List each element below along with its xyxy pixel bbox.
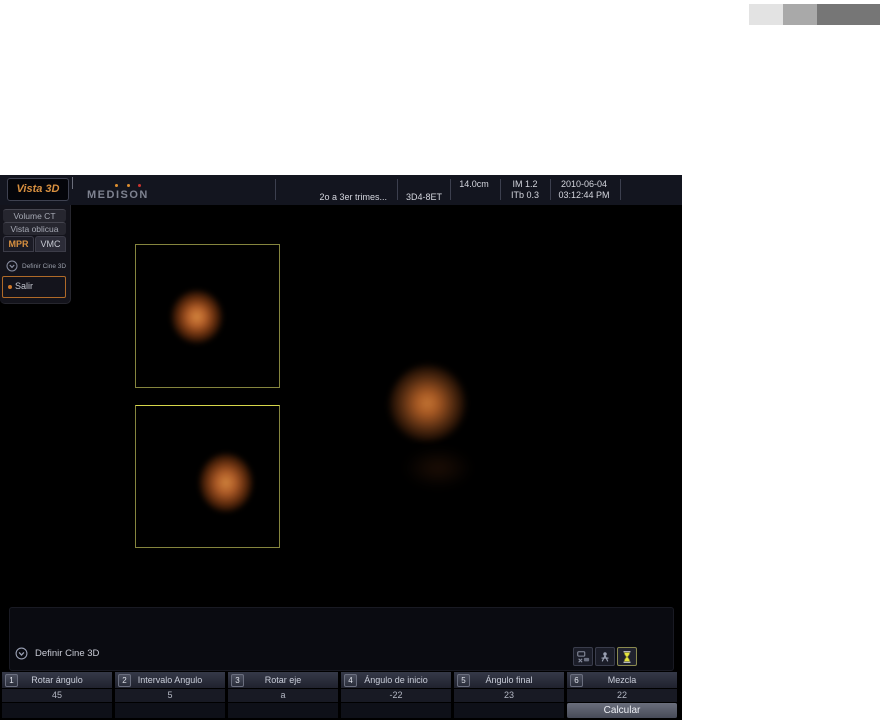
softkey-control-grid: 1 Rotar ángulo 45 2 Intervalo Angulo 5 3… — [2, 672, 678, 718]
softkey-number-badge: 1 — [5, 674, 18, 687]
hide-text-icon[interactable] — [573, 647, 593, 666]
ti-value: ITb 0.3 — [510, 190, 539, 200]
divider — [72, 177, 73, 189]
sidebar-cine-label: Definir Cine 3D — [22, 262, 67, 270]
datetime: 2010-06-04 03:12:44 PM — [552, 179, 616, 201]
divider — [550, 179, 551, 200]
control-value[interactable]: 45 — [2, 689, 112, 702]
control-label[interactable]: 5 Ángulo final — [454, 672, 564, 688]
divider — [275, 179, 276, 200]
strip-light-segment — [749, 4, 783, 25]
control-label-text: Rotar eje — [264, 675, 302, 685]
sidebar-menu: Volume CT Vista oblicua MPR VMC Definir … — [0, 205, 71, 304]
strip-mid-segment — [783, 4, 817, 25]
control-rotar-angulo: 1 Rotar ángulo 45 — [2, 672, 112, 718]
control-action-slot — [2, 703, 112, 718]
header-bar: Vista 3D MEDISON 2o a 3er trimes... 3D4-… — [0, 175, 682, 205]
control-value[interactable]: 5 — [115, 689, 225, 702]
mi-value: IM 1.2 — [512, 179, 538, 189]
control-label-text: Rotar ángulo — [31, 675, 83, 685]
cine-section-label: Definir Cine 3D — [35, 648, 100, 659]
control-label-text: Ángulo final — [485, 675, 533, 685]
brand-logo: MEDISON — [87, 189, 149, 201]
mpr-view-a[interactable] — [135, 244, 280, 388]
chevron-down-circle-icon — [6, 260, 18, 272]
bullet-icon — [8, 285, 12, 289]
divider — [450, 179, 451, 200]
control-value[interactable]: -22 — [341, 689, 451, 702]
exit-label: Salir — [15, 281, 34, 291]
logo-dot-icon — [115, 184, 118, 187]
softkey-number-badge: 4 — [344, 674, 357, 687]
control-value[interactable]: 22 — [567, 689, 677, 702]
sidebar-item-volume-ct[interactable]: Volume CT — [3, 209, 66, 222]
control-action-slot — [454, 703, 564, 718]
tab-mpr[interactable]: MPR — [3, 236, 34, 252]
fetal-volume-thumbnail — [197, 451, 255, 517]
control-action-slot — [115, 703, 225, 718]
control-label[interactable]: 6 Mezcla — [567, 672, 677, 688]
mode-button[interactable]: Vista 3D — [7, 178, 69, 201]
cine-section-header[interactable]: Definir Cine 3D — [15, 647, 99, 660]
pointer-select-icon[interactable] — [595, 647, 615, 666]
date-value: 2010-06-04 — [560, 179, 608, 189]
logo-dot-icon — [138, 184, 141, 187]
softkey-number-badge: 2 — [118, 674, 131, 687]
ultrasound-app-window: Vista 3D MEDISON 2o a 3er trimes... 3D4-… — [0, 175, 682, 720]
control-angulo-inicio: 4 Ángulo de inicio -22 — [341, 672, 451, 718]
sidebar-item-definir-cine-3d[interactable]: Definir Cine 3D — [6, 260, 66, 272]
divider — [620, 179, 621, 200]
control-rotar-eje: 3 Rotar eje a — [228, 672, 338, 718]
control-action-slot — [341, 703, 451, 718]
control-value[interactable]: a — [228, 689, 338, 702]
control-label[interactable]: 2 Intervalo Angulo — [115, 672, 225, 688]
chevron-down-circle-icon — [15, 647, 28, 660]
acoustic-indices: IM 1.2 ITb 0.3 — [503, 179, 547, 201]
time-value: 03:12:44 PM — [558, 190, 610, 200]
tab-vmc[interactable]: VMC — [35, 236, 66, 252]
mpr-view-b[interactable] — [135, 405, 280, 548]
softkey-number-badge: 3 — [231, 674, 244, 687]
control-label-text: Ángulo de inicio — [364, 675, 428, 685]
control-angulo-final: 5 Ángulo final 23 — [454, 672, 564, 718]
screen: Vista 3D MEDISON 2o a 3er trimes... 3D4-… — [0, 0, 880, 720]
control-value[interactable]: 23 — [454, 689, 564, 702]
control-label[interactable]: 3 Rotar eje — [228, 672, 338, 688]
control-label[interactable]: 4 Ángulo de inicio — [341, 672, 451, 688]
calculate-button[interactable]: Calcular — [567, 703, 677, 718]
control-action-slot — [228, 703, 338, 718]
control-label-text: Mezcla — [607, 675, 637, 685]
fetal-volume-thumbnail — [169, 288, 227, 352]
transducer-label: 3D4-8ET — [405, 192, 442, 202]
softkey-number-badge: 6 — [570, 674, 583, 687]
control-intervalo-angulo: 2 Intervalo Angulo 5 — [115, 672, 225, 718]
control-label[interactable]: 1 Rotar ángulo — [2, 672, 112, 688]
panel-icon-toolbar — [573, 647, 637, 666]
logo-dot-icon — [127, 184, 130, 187]
control-label-text: Intervalo Angulo — [137, 675, 203, 685]
depth-value: 14.0cm — [459, 179, 489, 189]
application-preset: 2o a 3er trimes... — [319, 192, 387, 202]
volume-shadow — [402, 447, 474, 489]
sidebar-item-vista-oblicua[interactable]: Vista oblicua — [3, 222, 66, 235]
control-mezcla: 6 Mezcla 22 Calcular — [567, 672, 677, 718]
control-action-slot: Calcular — [567, 703, 677, 718]
cine-definition-panel: Definir Cine 3D — [9, 607, 674, 671]
exit-button[interactable]: Salir — [2, 276, 66, 298]
divider — [397, 179, 398, 200]
divider — [500, 179, 501, 200]
softkey-number-badge: 5 — [457, 674, 470, 687]
window-control-strip — [749, 4, 880, 25]
strip-dark-segment — [817, 4, 880, 25]
hourglass-icon[interactable] — [617, 647, 637, 666]
